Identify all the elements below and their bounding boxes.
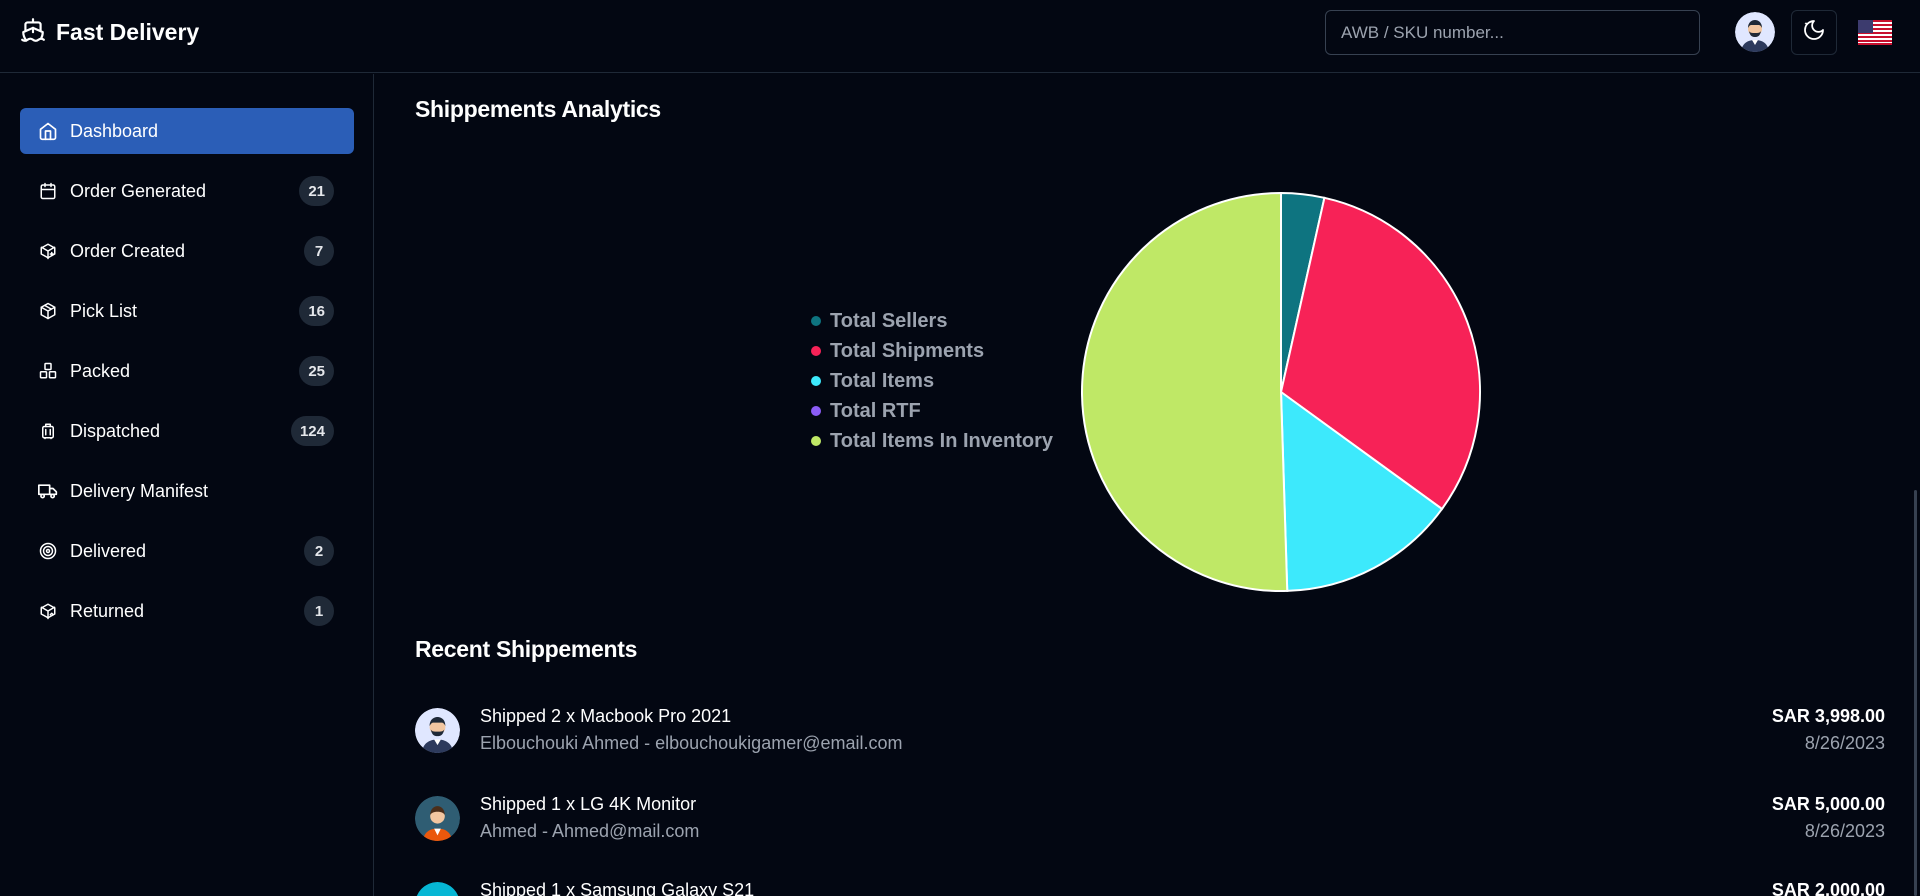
sidebar-item-label: Returned: [70, 600, 145, 621]
legend-label: Total Sellers: [830, 309, 948, 332]
main-content: Shippements Analytics Total Sellers Tota…: [375, 74, 1920, 896]
stacked-boxes-icon: [38, 361, 58, 381]
legend-label: Total RTF: [830, 399, 921, 422]
shipment-customer: Ahmed - Ahmed@mail.com: [480, 821, 700, 841]
legend-swatch: [811, 316, 821, 326]
count-badge: 21: [299, 176, 334, 206]
top-bar: Fast Delivery: [0, 0, 1920, 73]
legend-label: Total Items: [830, 369, 935, 392]
app-title: Fast Delivery: [56, 19, 200, 45]
sidebar-item-pick-list[interactable]: Pick List 16: [20, 288, 354, 334]
sidebar-item-label: Dispatched: [70, 420, 161, 441]
sidebar-item-delivery-manifest[interactable]: Delivery Manifest: [20, 468, 354, 514]
count-badge: 2: [304, 536, 334, 566]
luggage-icon: [38, 421, 58, 441]
sidebar-item-returned[interactable]: Returned 1: [20, 588, 354, 634]
legend-swatch: [811, 346, 821, 356]
target-icon: [38, 541, 58, 561]
legend-item-total-rtf[interactable]: Total RTF: [811, 396, 1053, 426]
legend-item-total-shipments[interactable]: Total Shipments: [811, 336, 1053, 366]
shipment-date: 8/26/2023: [1804, 733, 1885, 753]
legend-label: Total Shipments: [830, 339, 985, 362]
chart-legend: Total Sellers Total Shipments Total Item…: [811, 306, 1053, 456]
sidebar-item-packed[interactable]: Packed 25: [20, 348, 354, 394]
sidebar: Dashboard Order Generated 21 Order Creat…: [0, 74, 374, 896]
legend-item-total-items[interactable]: Total Items: [811, 366, 1053, 396]
home-icon: [38, 121, 58, 141]
customer-avatar: [415, 796, 460, 841]
sidebar-item-order-created[interactable]: Order Created 7: [20, 228, 354, 274]
boxes-icon: [38, 301, 58, 321]
sidebar-item-label: Delivery Manifest: [70, 480, 209, 501]
count-badge: 25: [299, 356, 334, 386]
count-badge: 1: [304, 596, 334, 626]
count-badge: 16: [299, 296, 334, 326]
analytics-title: Shippements Analytics: [415, 96, 661, 122]
moon-stars-icon: [1802, 18, 1826, 47]
sidebar-item-dispatched[interactable]: Dispatched 124: [20, 408, 354, 454]
shipment-row[interactable]: Shipped 1 x Samsung Galaxy S21 SAR 2,000…: [415, 878, 1885, 896]
user-avatar[interactable]: [1735, 12, 1775, 52]
sidebar-item-label: Packed: [70, 360, 131, 381]
sidebar-item-dashboard[interactable]: Dashboard: [20, 108, 354, 154]
truck-icon: [38, 481, 58, 501]
count-badge: 124: [290, 416, 334, 446]
shipment-row[interactable]: Shipped 2 x Macbook Pro 2021 Elbouchouki…: [415, 704, 1885, 764]
ship-logo-icon: [20, 17, 46, 48]
shipment-title: Shipped 1 x LG 4K Monitor: [480, 794, 697, 814]
brand[interactable]: Fast Delivery: [20, 17, 199, 48]
legend-label: Total Items In Inventory: [830, 429, 1053, 452]
legend-item-total-items-in-inventory[interactable]: Total Items In Inventory: [811, 426, 1053, 456]
shipments-pie-chart: [1081, 191, 1481, 592]
legend-swatch: [811, 436, 821, 446]
sidebar-item-label: Order Created: [70, 240, 186, 261]
shipment-amount: SAR 2,000.00: [1771, 880, 1885, 896]
sidebar-item-delivered[interactable]: Delivered 2: [20, 528, 354, 574]
shipment-customer: Elbouchouki Ahmed - elbouchoukigamer@ema…: [480, 733, 903, 753]
theme-toggle-button[interactable]: [1791, 10, 1837, 55]
shipment-title: Shipped 2 x Macbook Pro 2021: [480, 706, 732, 726]
legend-swatch: [811, 406, 821, 416]
shipment-amount: SAR 3,998.00: [1771, 706, 1885, 726]
shipment-amount: SAR 5,000.00: [1771, 794, 1885, 814]
count-badge: 7: [304, 236, 334, 266]
us-flag-icon[interactable]: [1858, 20, 1892, 45]
package-plus-icon: [38, 241, 58, 261]
shipment-date: 8/26/2023: [1804, 821, 1885, 841]
sidebar-item-order-generated[interactable]: Order Generated 21: [20, 168, 354, 214]
shipment-title: Shipped 1 x Samsung Galaxy S21: [480, 880, 755, 896]
customer-avatar: [415, 882, 460, 896]
pie-slice-total-items-in-inventory[interactable]: [1081, 191, 1289, 592]
sidebar-item-label: Pick List: [70, 300, 138, 321]
shipment-row[interactable]: Shipped 1 x LG 4K Monitor Ahmed - Ahmed@…: [415, 792, 1885, 852]
legend-swatch: [811, 376, 821, 386]
package-return-icon: [38, 601, 58, 621]
sidebar-item-label: Order Generated: [70, 180, 207, 201]
sidebar-item-label: Dashboard: [70, 120, 159, 141]
legend-item-total-sellers[interactable]: Total Sellers: [811, 306, 1053, 336]
search-input[interactable]: [1325, 10, 1700, 55]
scrollbar-thumb[interactable]: [1914, 490, 1917, 896]
sidebar-item-label: Delivered: [70, 540, 147, 561]
calendar-icon: [38, 181, 58, 201]
recent-shipments-title: Recent Shippements: [415, 636, 638, 662]
customer-avatar: [415, 708, 460, 753]
